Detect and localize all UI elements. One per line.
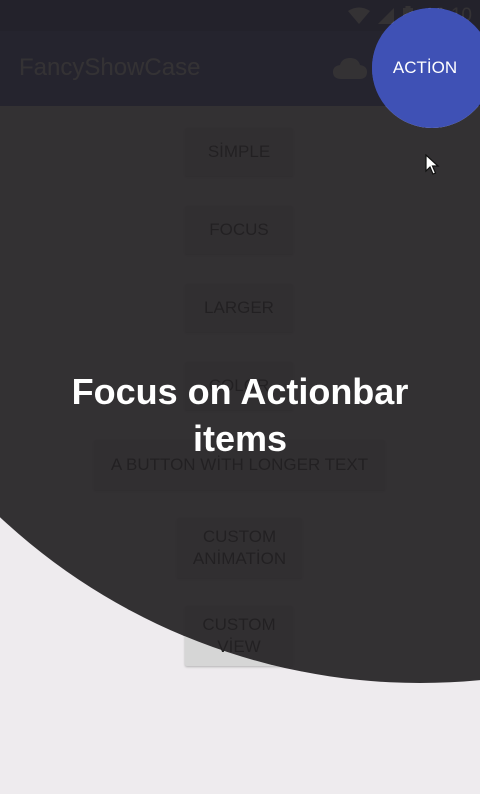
custom-view-label-line2: VİEW [217, 637, 261, 656]
focus-button[interactable]: FOCUS [185, 206, 293, 254]
status-time: 19:10 [424, 4, 472, 26]
focus-button-label: FOCUS [209, 220, 269, 239]
status-bar: 19:10 [0, 0, 480, 31]
focused-action-label[interactable]: ACTİON [378, 53, 472, 83]
custom-view-label-line1: CUSTOM [202, 615, 276, 634]
simple-button-label: SİMPLE [207, 142, 271, 161]
custom-animation-button[interactable]: CUSTOM ANİMATİON [177, 518, 302, 578]
custom-animation-label-line1: CUSTOM [202, 527, 277, 546]
showcase-title: Focus on Actionbar items [71, 371, 409, 459]
mouse-cursor-icon [425, 154, 440, 175]
signal-icon [378, 7, 395, 24]
app-title: FancyShowCase [19, 54, 201, 81]
battery-icon [403, 5, 414, 25]
wifi-icon [348, 7, 371, 24]
larger-button-label: LARGER [204, 298, 274, 317]
custom-animation-label-line2: ANİMATİON [192, 549, 287, 568]
simple-button[interactable]: SİMPLE [185, 128, 293, 176]
status-icons: 19:10 [348, 0, 472, 31]
custom-view-button[interactable]: CUSTOM VİEW [185, 606, 293, 666]
cloud-icon[interactable] [333, 56, 367, 80]
larger-button[interactable]: LARGER [185, 284, 293, 332]
